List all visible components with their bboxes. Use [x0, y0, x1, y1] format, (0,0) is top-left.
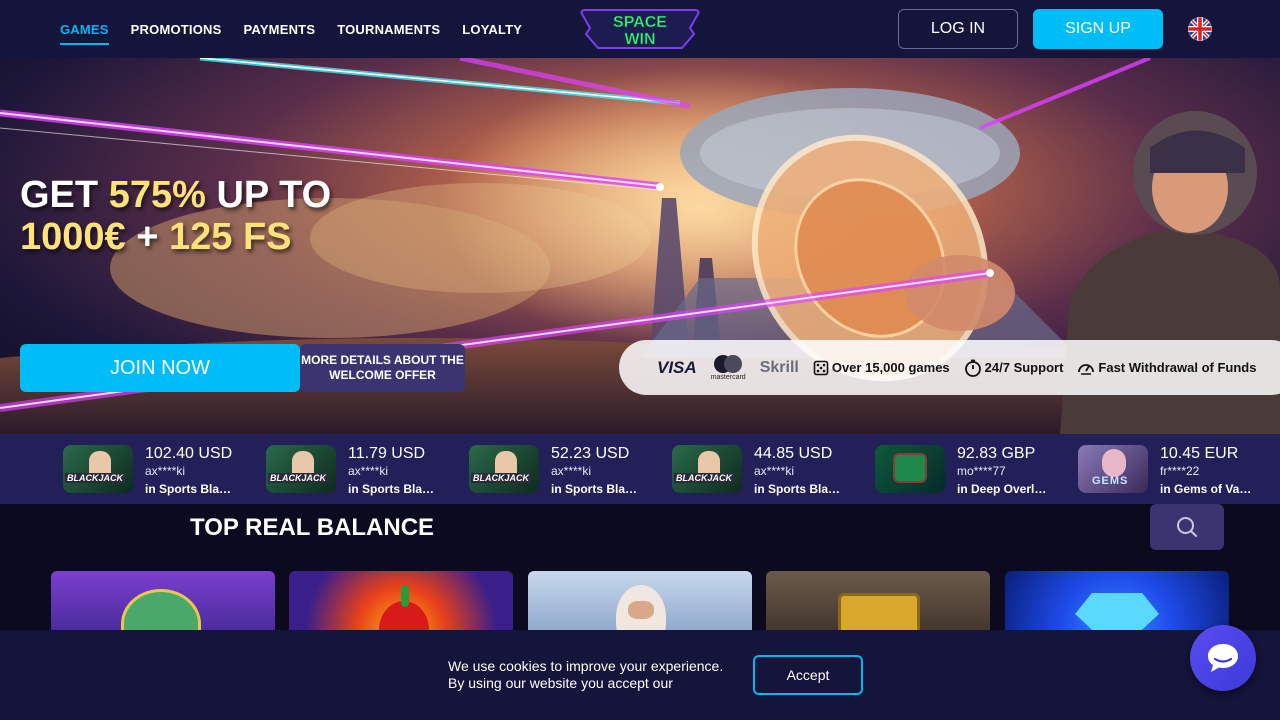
main-nav: GAMES PROMOTIONS PAYMENTS TOURNAMENTS LO… — [60, 0, 522, 58]
logo-text-top: SPACE — [613, 14, 667, 31]
hero-title: GET 575% UP TO 1000€ + 125 FS — [20, 174, 331, 258]
winner-game: in Sports Blackjack — [551, 482, 643, 496]
winner-amount: 44.85 USD — [754, 445, 833, 462]
stopwatch-icon — [964, 359, 981, 377]
nav-item-loyalty[interactable]: LOYALTY — [462, 0, 522, 58]
nav-item-payments[interactable]: PAYMENTS — [244, 0, 316, 58]
game-thumbnail: GEMS — [1078, 445, 1148, 493]
winner-card[interactable]: BLACKJACK 102.40 USD ax****ki in Sports … — [63, 445, 253, 496]
feature-games: Over 15,000 games — [813, 360, 950, 376]
winner-username: mo****77 — [957, 464, 1006, 478]
feature-support-label: 24/7 Support — [984, 360, 1064, 375]
mastercard-logo: mastercard — [711, 354, 746, 381]
header: GAMES PROMOTIONS PAYMENTS TOURNAMENTS LO… — [0, 0, 1280, 58]
hero-bonus-amount: 1000€ — [20, 216, 126, 258]
winner-amount: 92.83 GBP — [957, 445, 1036, 462]
winner-card[interactable]: GEMS 10.45 EUR fr****22 in Gems of Valha… — [1078, 445, 1268, 496]
visa-logo: VISA — [657, 357, 697, 377]
accept-cookies-button[interactable]: Accept — [753, 655, 863, 695]
section-title: TOP REAL BALANCE — [190, 514, 435, 541]
hero-bonus-percent: 575% — [108, 174, 206, 216]
winner-card[interactable]: BLACKJACK 11.79 USD ax****ki in Sports B… — [266, 445, 456, 496]
spacewin-logo[interactable]: SPACE WIN — [578, 8, 702, 50]
dice-icon — [813, 360, 829, 375]
game-thumbnail: BLACKJACK — [63, 445, 133, 493]
welcome-offer-details-button[interactable]: MORE DETAILS ABOUT THE WELCOME OFFER — [300, 344, 465, 392]
join-now-button[interactable]: JOIN NOW — [20, 344, 300, 392]
winner-username: ax****ki — [348, 464, 389, 478]
winner-game: in Sports Blackjack — [145, 482, 237, 496]
game-thumbnail: BLACKJACK — [672, 445, 742, 493]
winner-game: in Deep Overlord — [957, 482, 1049, 496]
winner-card[interactable]: 92.83 GBP mo****77 in Deep Overlord — [875, 445, 1065, 496]
cookie-message-line2: By using our website you accept our — [448, 675, 673, 691]
winner-username: ax****ki — [754, 464, 795, 478]
winner-amount: 11.79 USD — [348, 445, 426, 462]
hero-title-part3: + — [125, 216, 169, 258]
game-thumbnail: BLACKJACK — [469, 445, 539, 493]
login-button[interactable]: LOG IN — [898, 9, 1018, 49]
cookie-message-line1: We use cookies to improve your experienc… — [448, 658, 724, 674]
hero-free-spins: 125 FS — [168, 216, 292, 258]
chat-icon — [1208, 644, 1238, 672]
winner-game: in Gems of Valhalla — [1160, 482, 1252, 496]
search-button[interactable] — [1150, 504, 1224, 550]
signup-button[interactable]: SIGN UP — [1033, 9, 1163, 49]
cookie-banner: We use cookies to improve your experienc… — [0, 630, 1280, 720]
hero-title-part2: UP TO — [205, 174, 332, 216]
uk-flag-icon[interactable] — [1188, 17, 1212, 41]
winner-amount: 102.40 USD — [145, 445, 233, 462]
search-icon — [1177, 517, 1197, 537]
skrill-logo: Skrill — [759, 358, 799, 376]
cookie-message: We use cookies to improve your experienc… — [448, 658, 723, 692]
nav-item-tournaments[interactable]: TOURNAMENTS — [337, 0, 440, 58]
nav-item-promotions[interactable]: PROMOTIONS — [131, 0, 222, 58]
features-bar: VISA mastercard Skrill Over 15,000 games… — [619, 340, 1280, 395]
winner-card[interactable]: BLACKJACK 52.23 USD ax****ki in Sports B… — [469, 445, 659, 496]
winner-card[interactable]: BLACKJACK 44.85 USD ax****ki in Sports B… — [672, 445, 862, 496]
logo-text-bottom: WIN — [624, 31, 655, 48]
winner-amount: 52.23 USD — [551, 445, 630, 462]
winner-username: ax****ki — [145, 464, 186, 478]
winner-username: fr****22 — [1160, 464, 1200, 478]
winner-game: in Sports Blackjack — [348, 482, 440, 496]
speedometer-icon — [1078, 363, 1095, 375]
recent-winners-strip: BLACKJACK 102.40 USD ax****ki in Sports … — [0, 434, 1280, 504]
mastercard-icon — [714, 355, 743, 373]
nav-item-games[interactable]: GAMES — [60, 0, 109, 58]
winner-amount: 10.45 EUR — [1160, 445, 1239, 462]
game-thumbnail — [875, 445, 945, 493]
mastercard-label: mastercard — [710, 374, 746, 381]
chat-button[interactable] — [1190, 625, 1256, 691]
feature-games-label: Over 15,000 games — [831, 360, 950, 375]
hero-banner: GET 575% UP TO 1000€ + 125 FS JOIN NOW M… — [0, 58, 1280, 434]
winner-game: in Sports Blackjack — [754, 482, 846, 496]
feature-withdrawal-label: Fast Withdrawal of Funds — [1098, 360, 1257, 375]
feature-support: 24/7 Support — [964, 359, 1064, 377]
hero-title-part1: GET — [20, 174, 109, 216]
winner-username: ax****ki — [551, 464, 592, 478]
feature-withdrawal: Fast Withdrawal of Funds — [1077, 359, 1256, 377]
game-thumbnail: BLACKJACK — [266, 445, 336, 493]
